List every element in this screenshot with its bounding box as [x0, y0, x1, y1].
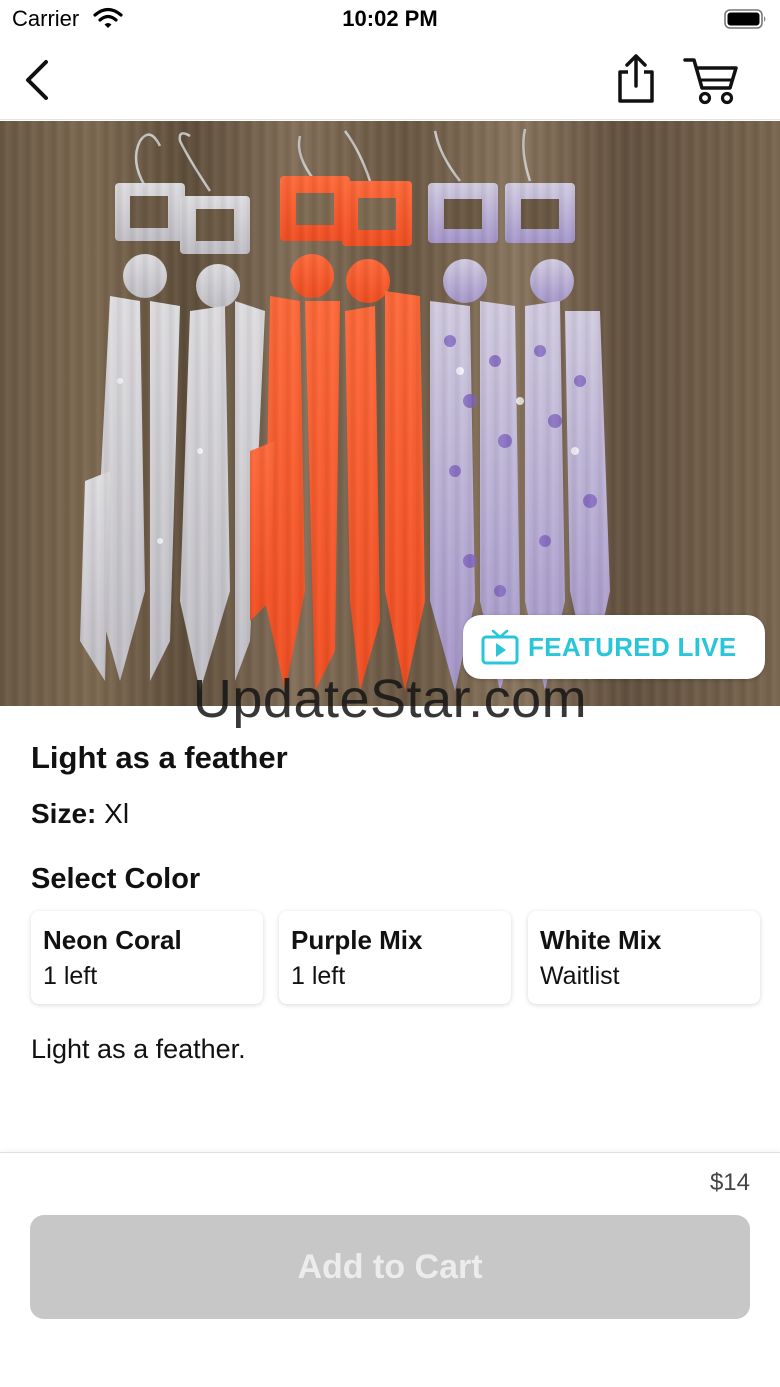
size-info: Size: Xl	[31, 798, 129, 830]
featured-live-label: FEATURED LIVE	[528, 632, 737, 662]
price-label: $14	[709, 1169, 750, 1196]
watermark: UpdateStar.com	[192, 669, 588, 729]
clock: 10:02 PM	[342, 6, 438, 31]
chevron-left-icon[interactable]	[18, 56, 58, 104]
share-icon[interactable]	[612, 52, 660, 106]
size-label: Size:	[31, 798, 97, 829]
color-option-name: Purple Mix	[291, 925, 423, 955]
navigation-bar	[0, 40, 780, 120]
color-option-stock: 1 left	[43, 962, 98, 990]
color-option-name: White Mix	[540, 925, 662, 955]
select-color-heading: Select Color	[31, 863, 201, 895]
color-option-stock: Waitlist	[540, 962, 620, 990]
color-option-stock: 1 left	[291, 962, 346, 990]
product-title: Light as a feather	[31, 740, 288, 775]
cart-icon[interactable]	[682, 54, 740, 106]
color-option-neon-coral[interactable]: Neon Coral 1 left	[31, 911, 263, 1004]
tv-play-icon	[481, 629, 519, 665]
color-option-name: Neon Coral	[43, 925, 182, 955]
add-to-cart-button[interactable]: Add to Cart	[30, 1215, 750, 1319]
product-description: Light as a feather.	[31, 1034, 246, 1064]
checkout-bar: $14 Add to Cart	[0, 1152, 780, 1387]
status-bar: Carrier 10:02 PM	[0, 0, 780, 40]
size-value: Xl	[104, 798, 130, 829]
battery-icon	[724, 9, 766, 29]
color-option-white-mix[interactable]: White Mix Waitlist	[528, 911, 760, 1004]
color-option-purple-mix[interactable]: Purple Mix 1 left	[279, 911, 511, 1004]
